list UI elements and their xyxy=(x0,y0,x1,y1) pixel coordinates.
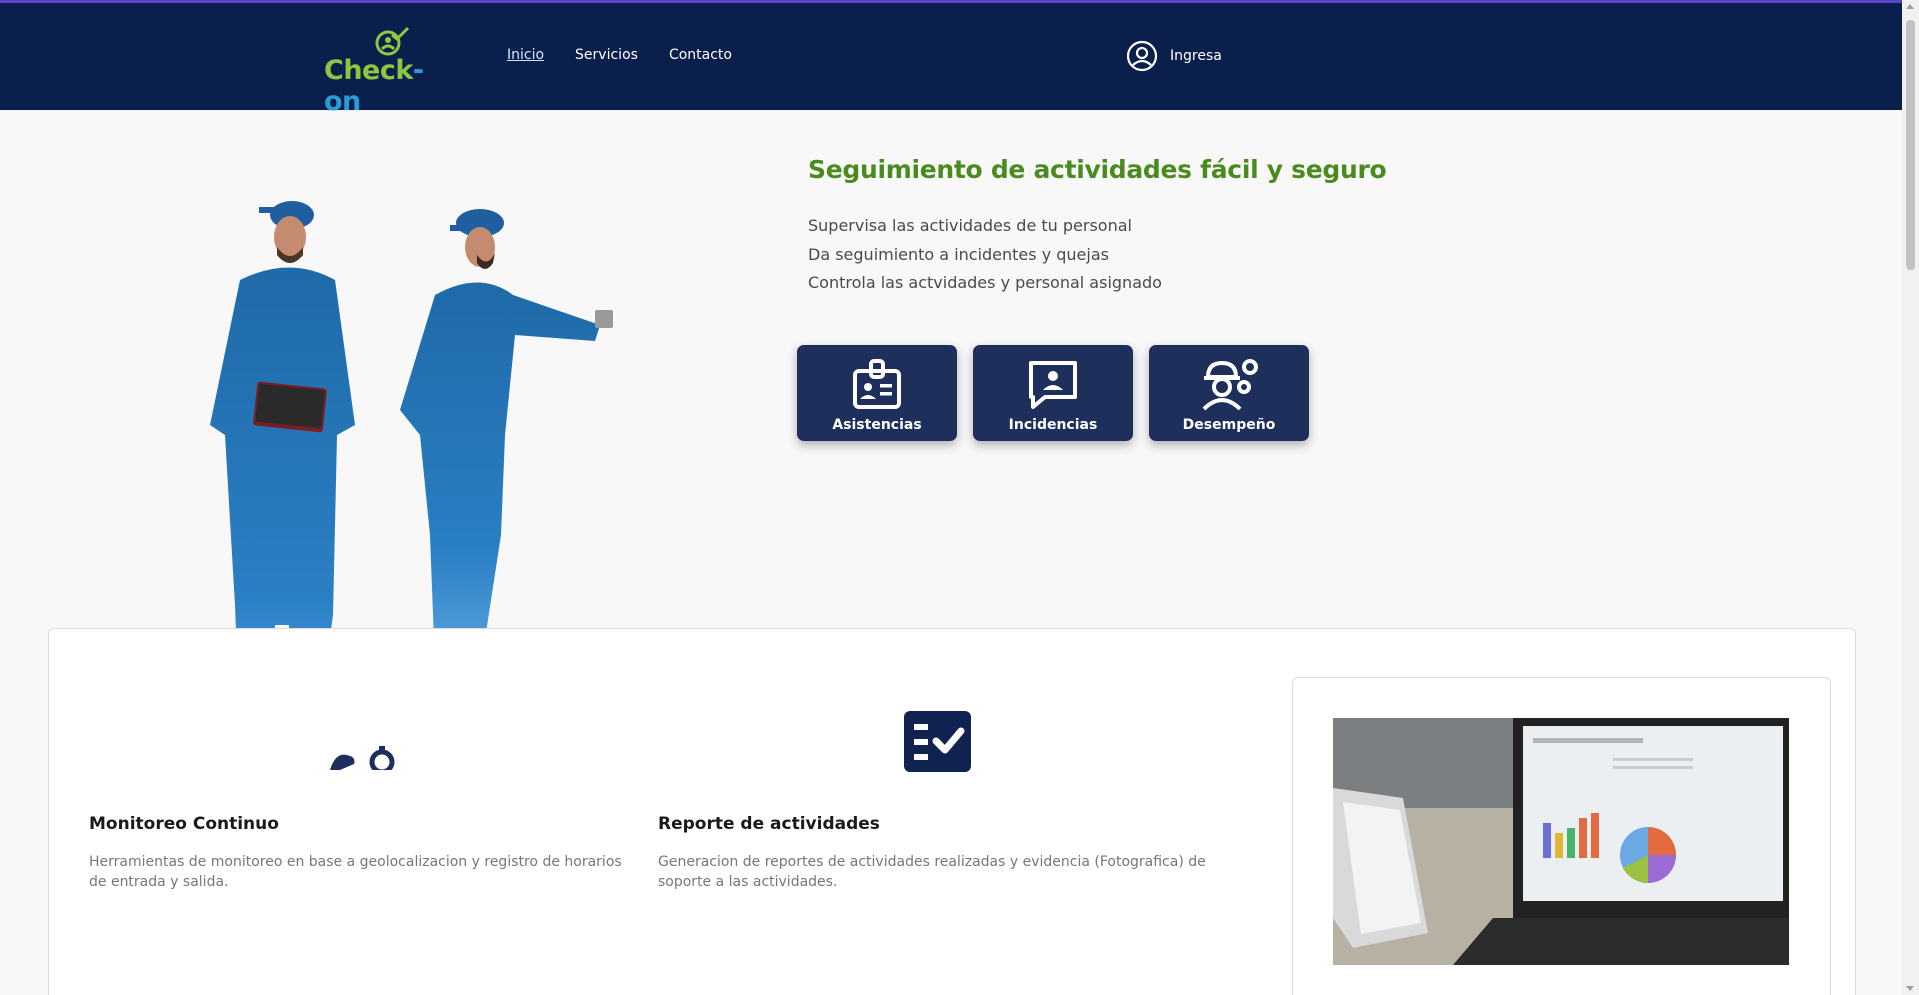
nav-link-inicio[interactable]: Inicio xyxy=(507,47,544,63)
incidencias-label: Incidencias xyxy=(1008,417,1098,433)
logo-check-icon xyxy=(375,27,410,56)
nav-link-servicios[interactable]: Servicios xyxy=(575,47,638,63)
checklist-icon xyxy=(904,711,971,772)
gear-hand-icon xyxy=(330,746,395,770)
scroll-up-arrow-icon[interactable] xyxy=(1906,4,1914,9)
vertical-scrollbar[interactable] xyxy=(1902,0,1919,995)
scroll-down-arrow-icon[interactable] xyxy=(1906,986,1914,991)
hero-line: Controla las actvidades y personal asign… xyxy=(808,273,1162,292)
nav-link-contacto[interactable]: Contacto xyxy=(669,47,732,63)
asistencias-button[interactable]: Asistencias xyxy=(797,345,957,441)
user-circle-icon xyxy=(1126,40,1158,72)
logo-text: Check-on xyxy=(324,55,424,117)
feature-desc-monitoreo: Herramientas de monitoreo en base a geol… xyxy=(89,854,622,890)
desempeno-label: Desempeño xyxy=(1182,417,1276,433)
feature-title-reporte: Reporte de actividades xyxy=(658,814,880,834)
scrollbar-thumb[interactable] xyxy=(1906,20,1915,270)
nav-links: Inicio Servicios Contacto xyxy=(507,47,732,63)
message-person-icon xyxy=(1029,361,1077,409)
login-button[interactable]: Ingresa xyxy=(1126,40,1222,72)
hero-lines: Supervisa las actividades de tu personal… xyxy=(808,212,1162,298)
incidencias-button[interactable]: Incidencias xyxy=(973,345,1133,441)
worker-gears-icon xyxy=(1202,359,1258,411)
hero-line: Da seguimiento a incidentes y quejas xyxy=(808,244,1109,264)
hero-title: Seguimiento de actividades fácil y segur… xyxy=(808,155,1387,184)
hero-line: Supervisa las actividades de tu personal xyxy=(808,216,1132,235)
id-badge-icon xyxy=(853,359,901,409)
login-label: Ingresa xyxy=(1170,48,1222,64)
asistencias-label: Asistencias xyxy=(832,417,922,433)
reports-photo xyxy=(1333,718,1789,965)
feature-desc-reporte: Generacion de reportes de actividades re… xyxy=(658,854,1206,890)
checkon-logo[interactable]: Check-on xyxy=(324,27,460,117)
desempeno-button[interactable]: Desempeño xyxy=(1149,345,1309,441)
navbar: Check-on Inicio Servicios Contacto Ingre… xyxy=(0,3,1919,117)
feature-title-monitoreo: Monitoreo Continuo xyxy=(89,814,279,834)
